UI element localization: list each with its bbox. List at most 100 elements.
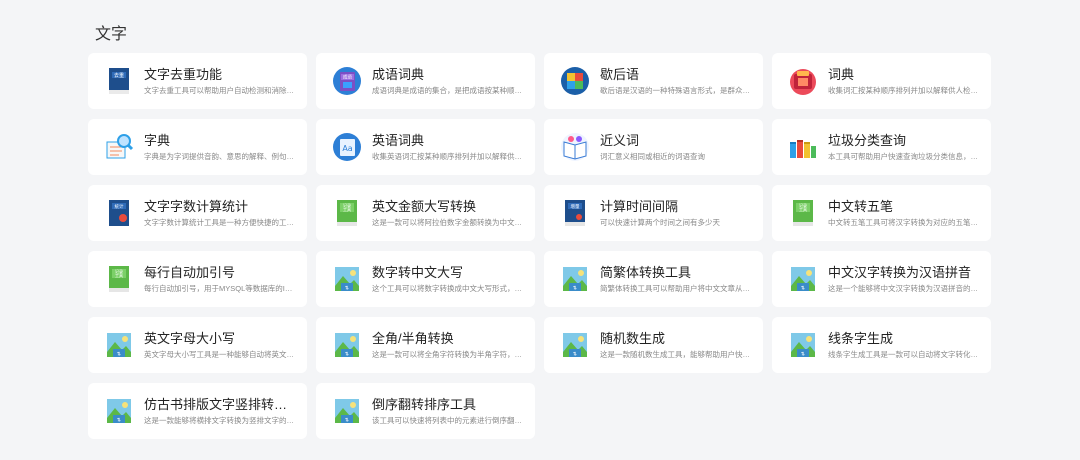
tool-card[interactable]: ⇅ 中文汉字转换为汉语拼音这是一个能够将中文汉字转换为汉语拼音的…: [772, 251, 991, 307]
tool-title: 数字转中文大写: [372, 264, 464, 280]
colorful-blocks-icon: [560, 66, 590, 96]
tool-card[interactable]: ⇅ 英文字母大小写 英文字母大小写工具是一种能够自动将英文…: [88, 317, 307, 373]
svg-text:⇅: ⇅: [117, 418, 121, 424]
tool-text: 计算时间间隔可以快速计算两个时间之间有多少天: [600, 198, 751, 229]
tool-title: 计算时间间隔: [600, 198, 679, 214]
tool-title: 词典: [828, 66, 855, 82]
tool-description: 每行自动加引号，用于MYSQL等数据库的IN…: [144, 283, 295, 293]
svg-text:⇅: ⇅: [573, 286, 577, 292]
tool-text: 文字去重功能文字去重工具可以帮助用户自动检测和消除…: [144, 66, 295, 97]
tool-card[interactable]: ⇅ 全角/半角转换 这是一款可以将全角字符转换为半角字符，…: [316, 317, 535, 373]
svg-text:⇅: ⇅: [117, 352, 121, 358]
tool-card[interactable]: ⇅ 线条字生成线条字生成工具是一款可以自动将文字转化…: [772, 317, 991, 373]
tool-description: 这是一款可以将阿拉伯数字金额转换为中文…: [372, 217, 522, 227]
tool-text: 仿古书排版文字竖排转换工… 这是一款能够将横排文字转换为竖排文字的…: [144, 396, 295, 427]
tool-description: 中文转五笔工具可将汉字转换为对应的五笔编…: [828, 217, 979, 227]
tool-title: 线条字生成: [828, 330, 894, 346]
tool-card[interactable]: ⇅ 数字转中文大写这个工具可以将数字转换成中文大写形式，…: [316, 251, 535, 307]
tool-card[interactable]: 记录 工具 中文转五笔 中文转五笔工具可将汉字转换为对应的五笔编…: [772, 185, 991, 241]
svg-text:去重: 去重: [114, 72, 124, 79]
tool-description: 这是一款可以将全角字符转换为半角字符，…: [372, 349, 522, 359]
tool-description: 词汇意义相同或相近的词语查询: [600, 151, 705, 161]
image-placeholder-icon: ⇅: [332, 264, 362, 294]
tool-card[interactable]: Aa 英语词典收集英语词汇按某种顺序排列并加以解释供…: [316, 119, 535, 175]
green-record-icon: 记录 工具: [788, 198, 818, 228]
tool-description: 收集英语词汇按某种顺序排列并加以解释供…: [372, 151, 522, 161]
tool-description: 英文字母大小写工具是一种能够自动将英文…: [144, 349, 294, 359]
svg-text:⇅: ⇅: [345, 352, 349, 358]
svg-text:⇅: ⇅: [345, 286, 349, 292]
green-record-icon: 记录 工具: [104, 264, 134, 294]
tool-description: 这是一款随机数生成工具，能够帮助用户快…: [600, 349, 750, 359]
svg-text:⇅: ⇅: [573, 352, 577, 358]
tool-title: 中文汉字转换为汉语拼音: [828, 264, 972, 280]
tool-card[interactable]: ⇅ 随机数生成 这是一款随机数生成工具，能够帮助用户快…: [544, 317, 763, 373]
tool-text: 英文字母大小写 英文字母大小写工具是一种能够自动将英文…: [144, 330, 295, 361]
tool-card[interactable]: 垃圾分类查询 本工具可帮助用户快速查询垃圾分类信息，…: [772, 119, 991, 175]
tool-grid: 去重 文字去重功能文字去重工具可以帮助用户自动检测和消除… 成语 成语词典成语词典是成…: [88, 53, 991, 439]
tool-description: 本工具可帮助用户快速查询垃圾分类信息，…: [828, 151, 978, 161]
tool-title: 成语词典: [372, 66, 425, 82]
tool-title: 简繁体转换工具: [600, 264, 692, 280]
tool-description: 简繁体转换工具可以帮助用户将中文文章从…: [600, 283, 750, 293]
tool-card[interactable]: 记录 工具 英文金额大写转换这是一款可以将阿拉伯数字金额转换为中文…: [316, 185, 535, 241]
tool-card[interactable]: 歇后语歇后语是汉语的一种特殊语言形式，是群众…: [544, 53, 763, 109]
tool-text: 英文金额大写转换这是一款可以将阿拉伯数字金额转换为中文…: [372, 198, 523, 229]
tool-card[interactable]: 字典 字典是为字词提供音韵、意思的解释、例句…: [88, 119, 307, 175]
image-placeholder-icon: ⇅: [560, 264, 590, 294]
svg-text:Aa: Aa: [342, 144, 352, 153]
tool-description: 收集词汇按某种顺序排列并加以解释供人检…: [828, 85, 978, 95]
tool-title: 文字去重功能: [144, 66, 223, 82]
svg-text:⇅: ⇅: [801, 352, 805, 358]
tool-card[interactable]: 统计 文字字数计算统计 文字字数计算统计工具是一种方便快捷的工…: [88, 185, 307, 241]
tool-card[interactable]: 近义词词汇意义相同或相近的词语查询: [544, 119, 763, 175]
tool-card[interactable]: 增量 计算时间间隔可以快速计算两个时间之间有多少天: [544, 185, 763, 241]
tool-text: 词典收集词汇按某种顺序排列并加以解释供人检…: [828, 66, 979, 97]
trash-bins-icon: [788, 132, 818, 162]
green-record-icon: 记录 工具: [332, 198, 362, 228]
tool-description: 成语词典是成语的集合，是把成语按某种顺…: [372, 85, 522, 95]
book-blue-icon: 去重: [104, 66, 134, 96]
tool-description: 线条字生成工具是一款可以自动将文字转化…: [828, 349, 978, 359]
svg-text:增量: 增量: [571, 203, 580, 210]
tool-card[interactable]: 词典收集词汇按某种顺序排列并加以解释供人检…: [772, 53, 991, 109]
tool-title: 歇后语: [600, 66, 640, 82]
tool-title: 文字字数计算统计: [144, 198, 249, 214]
tool-card[interactable]: 记录 工具 每行自动加引号 每行自动加引号，用于MYSQL等数据库的IN…: [88, 251, 307, 307]
tool-description: 这是一个能够将中文汉字转换为汉语拼音的…: [828, 283, 978, 293]
tool-description: 文字去重工具可以帮助用户自动检测和消除…: [144, 85, 294, 95]
tool-card[interactable]: 去重 文字去重功能文字去重工具可以帮助用户自动检测和消除…: [88, 53, 307, 109]
tool-text: 线条字生成线条字生成工具是一款可以自动将文字转化…: [828, 330, 979, 361]
svg-text:成语: 成语: [343, 74, 352, 81]
svg-text:工具: 工具: [343, 206, 351, 212]
section-title: 文字: [95, 26, 128, 43]
tool-text: 文字字数计算统计 文字字数计算统计工具是一种方便快捷的工…: [144, 198, 295, 229]
tool-description: 字典是为字词提供音韵、意思的解释、例句…: [144, 151, 294, 161]
tool-text: 英语词典收集英语词汇按某种顺序排列并加以解释供…: [372, 132, 523, 163]
tool-text: 近义词词汇意义相同或相近的词语查询: [600, 132, 751, 163]
tool-text: 字典 字典是为字词提供音韵、意思的解释、例句…: [144, 132, 295, 163]
tool-description: 可以快速计算两个时间之间有多少天: [600, 217, 720, 227]
tool-text: 随机数生成 这是一款随机数生成工具，能够帮助用户快…: [600, 330, 751, 361]
tool-description: 歇后语是汉语的一种特殊语言形式，是群众…: [600, 85, 750, 95]
tool-text: 倒序翻转排序工具 该工具可以快速将列表中的元素进行倒序翻…: [372, 396, 523, 427]
idiom-dictionary-icon: 成语: [332, 66, 362, 96]
tool-card[interactable]: ⇅ 简繁体转换工具简繁体转换工具可以帮助用户将中文文章从…: [544, 251, 763, 307]
image-placeholder-icon: ⇅: [332, 396, 362, 426]
tool-title: 近义词: [600, 132, 640, 148]
image-placeholder-icon: ⇅: [104, 396, 134, 426]
tool-text: 简繁体转换工具简繁体转换工具可以帮助用户将中文文章从…: [600, 264, 751, 295]
tool-description: 这个工具可以将数字转换成中文大写形式，…: [372, 283, 522, 293]
tool-title: 英文金额大写转换: [372, 198, 477, 214]
tool-card[interactable]: ⇅ 倒序翻转排序工具 该工具可以快速将列表中的元素进行倒序翻…: [316, 383, 535, 439]
tool-card[interactable]: ⇅ 仿古书排版文字竖排转换工… 这是一款能够将横排文字转换为竖排文字的…: [88, 383, 307, 439]
svg-text:⇅: ⇅: [801, 286, 805, 292]
english-dictionary-icon: Aa: [332, 132, 362, 162]
tool-description: 该工具可以快速将列表中的元素进行倒序翻…: [372, 415, 522, 425]
tool-title: 英语词典: [372, 132, 425, 148]
blue-notebook-icon: 增量: [560, 198, 590, 228]
red-book-icon: [788, 66, 818, 96]
tool-card[interactable]: 成语 成语词典成语词典是成语的集合，是把成语按某种顺…: [316, 53, 535, 109]
tool-text: 全角/半角转换 这是一款可以将全角字符转换为半角字符，…: [372, 330, 523, 361]
svg-text:工具: 工具: [115, 272, 123, 278]
